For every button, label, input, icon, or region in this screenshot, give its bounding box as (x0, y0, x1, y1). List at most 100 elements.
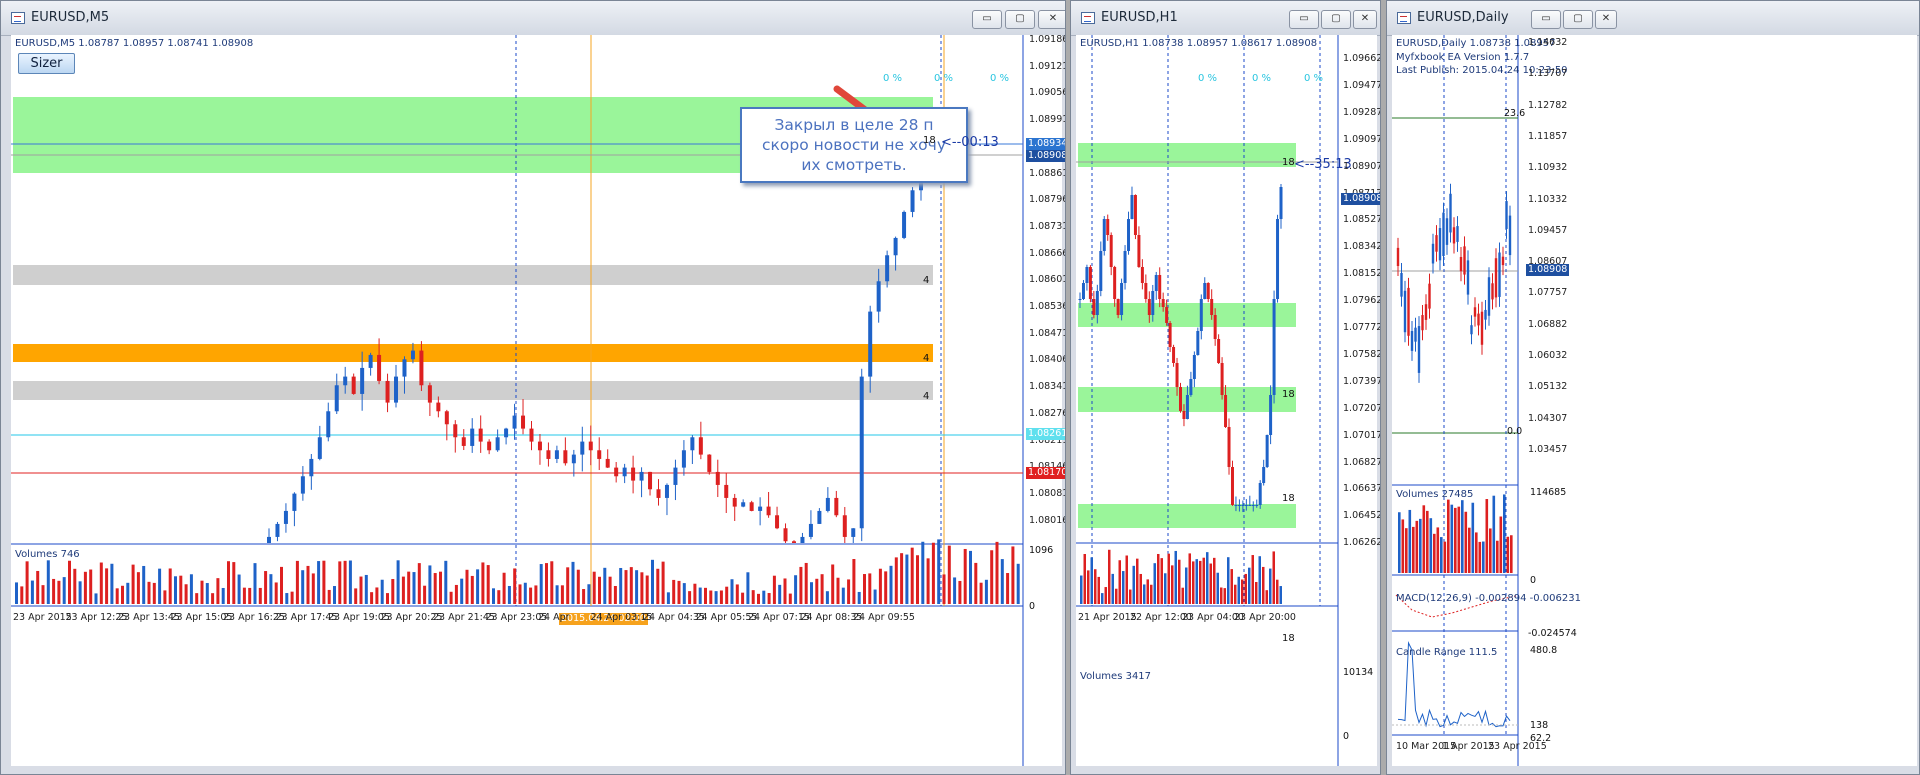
candle-body (1431, 243, 1435, 264)
candle-body (444, 411, 449, 425)
close-button[interactable]: ✕ (1353, 10, 1377, 29)
candle-body (1168, 323, 1172, 347)
volume-bar (1279, 586, 1282, 604)
candle-body (1498, 252, 1501, 297)
candle-body (715, 471, 720, 485)
price-axis-tick: 1.13707 (1528, 68, 1568, 80)
volume-bar (423, 585, 427, 604)
gray-zone (13, 265, 933, 285)
volume-bar (613, 585, 617, 604)
callout-line: их смотреть. (801, 156, 907, 174)
volume-bar (338, 561, 342, 604)
close-button[interactable]: ✕ (1595, 10, 1617, 29)
candle-body (368, 354, 373, 368)
volume-bar (20, 586, 24, 604)
candle-body (648, 471, 653, 490)
volume-bar (439, 571, 442, 604)
titlebar-h1[interactable]: EURUSD,H1 ▭ ▢ ✕ (1071, 1, 1380, 36)
sizer-button[interactable]: Sizer (18, 53, 75, 74)
price-axis-tick: 1.08527 (1343, 214, 1381, 226)
volume-bar (969, 550, 972, 604)
candle-body (1487, 277, 1491, 316)
volume-bar (1160, 558, 1163, 604)
price-axis-tick: 1.08991 (1029, 114, 1066, 126)
window-eurusd-m5: EURUSD,M5 ▭ ▢ ✕ EURUSD,M5 1.08787 1.0895… (0, 0, 1066, 775)
volume-bar (131, 564, 135, 604)
volume-bar (248, 587, 252, 604)
candle-body (707, 454, 712, 472)
volume-bar (725, 586, 729, 604)
candle-body (622, 467, 627, 477)
minimize-button[interactable]: ▭ (1289, 10, 1319, 29)
candle-body (1276, 219, 1280, 299)
volume-bar (651, 559, 654, 604)
candle-body (1269, 395, 1273, 435)
volume-bar (1125, 555, 1128, 604)
candle-body (1421, 315, 1424, 331)
volume-bar (1265, 590, 1268, 604)
volume-bar (147, 581, 151, 604)
demand-zone (1078, 504, 1296, 528)
candle-body (639, 471, 644, 481)
price-axis-tick: 1.08342 (1343, 241, 1381, 253)
chart-area-daily[interactable]: EURUSD,Daily 1.08738 1.08957 Myfxbook EA… (1392, 35, 1917, 766)
candle-body (766, 506, 771, 516)
zone-label: 4 (923, 391, 930, 402)
volume-bar (15, 582, 18, 604)
volume-bar (635, 570, 639, 604)
volume-bar (1011, 546, 1015, 604)
volume-bar (730, 579, 734, 604)
volume-bar (295, 560, 299, 604)
titlebar-daily[interactable]: EURUSD,Daily ▭ ▢ ✕ (1387, 1, 1919, 36)
candle-body (436, 402, 441, 412)
volume-axis-max: 114685 (1530, 487, 1567, 498)
volume-bar (529, 587, 533, 604)
gray-zone (13, 381, 933, 400)
candle-body (1081, 283, 1085, 299)
volume-bar (990, 550, 994, 604)
volume-bar (619, 567, 623, 604)
volume-bar (1164, 573, 1167, 604)
percent-label: 0 % (1198, 73, 1218, 84)
candle-body (1473, 307, 1477, 317)
titlebar-m5[interactable]: EURUSD,M5 ▭ ▢ ✕ (1, 1, 1065, 36)
close-button[interactable]: ✕ (1038, 10, 1065, 29)
maximize-button[interactable]: ▢ (1005, 10, 1035, 29)
volume-bar (582, 589, 586, 604)
volume-bar (507, 585, 511, 604)
minimize-button[interactable]: ▭ (972, 10, 1002, 29)
candle-body (597, 450, 602, 459)
volume-bar (1419, 518, 1422, 573)
candle-body (1414, 327, 1417, 342)
candle-body (1262, 467, 1266, 483)
volume-bar (1157, 553, 1160, 604)
chart-area-h1[interactable]: EURUSD,H1 1.08738 1.08957 1.08617 1.0890… (1076, 35, 1380, 766)
volume-bar (1450, 504, 1454, 573)
volume-bar (518, 584, 522, 604)
minimize-button[interactable]: ▭ (1531, 10, 1561, 29)
candle-body (1445, 218, 1449, 245)
volume-bar (1475, 532, 1478, 573)
volume-bar (375, 587, 379, 604)
macd-label: MACD(12,26,9) -0.002894 -0.006231 (1396, 593, 1581, 604)
volume-bar (1146, 579, 1149, 604)
candle-body (1182, 411, 1186, 419)
percent-label: 0 % (1304, 73, 1324, 84)
candle-body (1272, 299, 1276, 395)
volume-bar (73, 568, 77, 604)
maximize-button[interactable]: ▢ (1563, 10, 1593, 29)
candle-body (1213, 315, 1217, 339)
candle-body (1113, 267, 1117, 299)
candle-body (1452, 227, 1456, 244)
volume-bar (1016, 563, 1020, 604)
bar-timer: <--00:13 (941, 135, 999, 150)
volume-bar (1503, 494, 1506, 573)
h1-chart-canvas[interactable] (1076, 35, 1377, 766)
candle-body (377, 354, 382, 381)
volume-bar (1171, 565, 1174, 604)
volume-bar (847, 579, 851, 604)
candle-body (385, 380, 390, 403)
chart-area-m5[interactable]: EURUSD,M5 1.08787 1.08957 1.08741 1.0890… (11, 34, 1065, 766)
price-axis-tick: 1.06262 (1343, 537, 1381, 549)
maximize-button[interactable]: ▢ (1321, 10, 1351, 29)
